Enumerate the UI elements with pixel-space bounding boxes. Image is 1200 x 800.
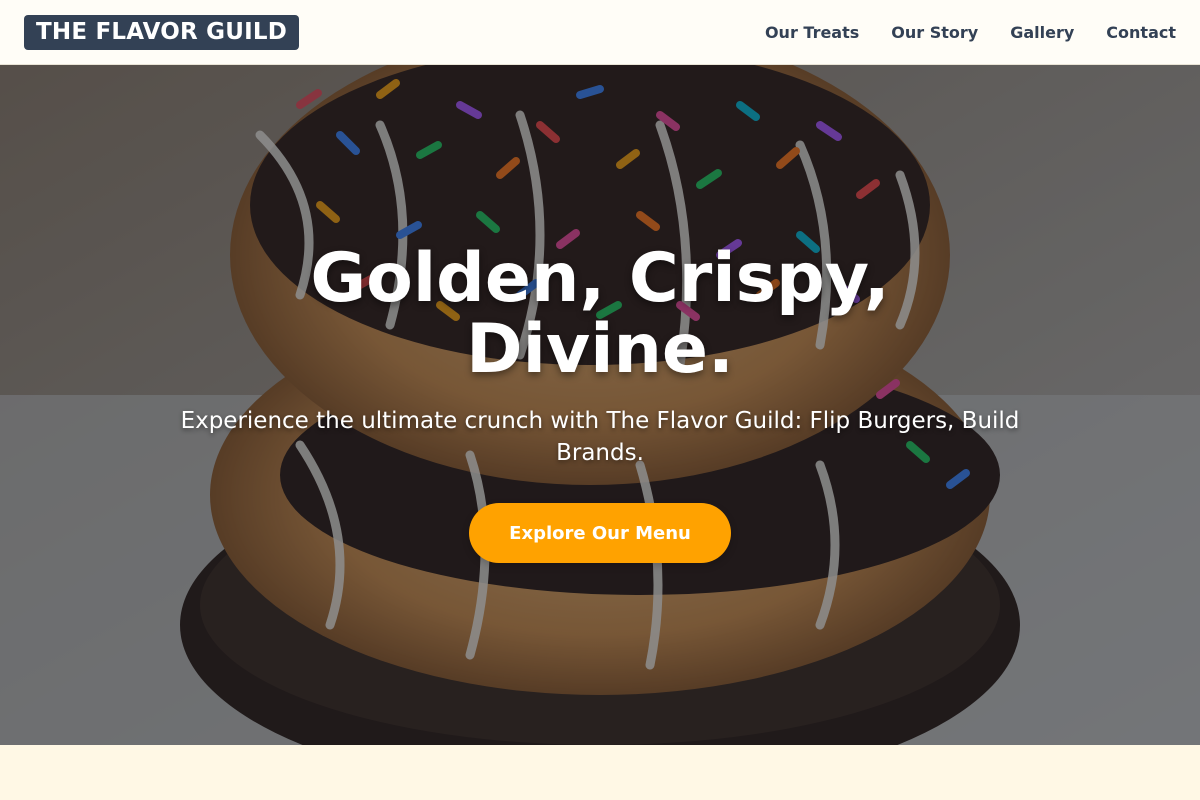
hero-subtitle: Experience the ultimate crunch with The … (180, 408, 1020, 466)
nav-link-gallery[interactable]: Gallery (1010, 23, 1074, 42)
hero-title: Golden, Crispy, Divine. (310, 239, 890, 389)
hero-content: Golden, Crispy, Divine. Experience the u… (0, 65, 1200, 745)
top-navbar: THE FLAVOR GUILD Our Treats Our Story Ga… (0, 0, 1200, 65)
hero-section: Golden, Crispy, Divine. Experience the u… (0, 65, 1200, 745)
nav-link-contact[interactable]: Contact (1106, 23, 1176, 42)
next-section (0, 745, 1200, 800)
nav-links: Our Treats Our Story Gallery Contact (765, 23, 1176, 42)
explore-menu-button[interactable]: Explore Our Menu (469, 503, 731, 563)
brand-logo[interactable]: THE FLAVOR GUILD (24, 14, 299, 50)
nav-link-our-treats[interactable]: Our Treats (765, 23, 859, 42)
nav-link-our-story[interactable]: Our Story (891, 23, 978, 42)
